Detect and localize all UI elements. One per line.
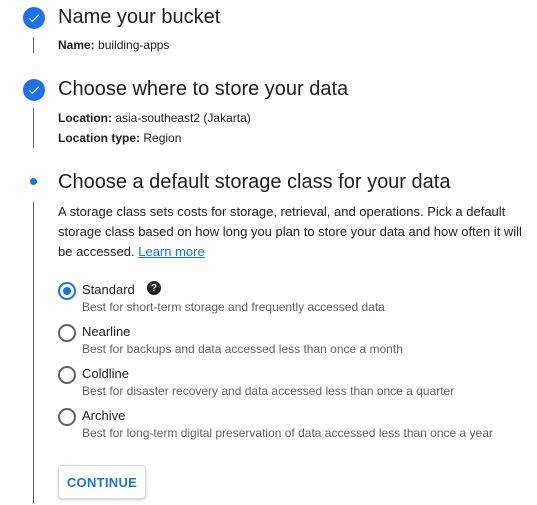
step2-title: Choose where to store your data bbox=[58, 78, 349, 100]
step2-connector bbox=[33, 108, 34, 148]
option-coldline-label[interactable]: Coldline bbox=[82, 366, 129, 381]
step3-connector bbox=[33, 202, 34, 503]
step1-check-icon bbox=[23, 7, 45, 29]
help-icon[interactable]: ? bbox=[147, 281, 161, 295]
location-type-value: Region bbox=[143, 131, 182, 145]
step2-check-icon bbox=[23, 79, 45, 101]
continue-button[interactable]: CONTINUE bbox=[58, 465, 146, 499]
option-nearline-description: Best for backups and data accessed less … bbox=[82, 342, 403, 356]
radio-nearline[interactable] bbox=[58, 324, 76, 342]
option-nearline-label[interactable]: Nearline bbox=[82, 324, 130, 339]
option-standard-label[interactable]: Standard bbox=[82, 282, 135, 297]
step1-connector bbox=[33, 37, 34, 53]
step1-name-summary: Name: building-apps bbox=[58, 38, 169, 52]
option-standard-description: Best for short-term storage and frequent… bbox=[82, 300, 385, 314]
step3-title: Choose a default storage class for your … bbox=[58, 171, 451, 193]
step3-current-dot-icon bbox=[30, 178, 37, 185]
step1-title: Name your bucket bbox=[58, 6, 221, 28]
location-value: asia-southeast2 (Jakarta) bbox=[115, 111, 251, 125]
radio-coldline[interactable] bbox=[58, 366, 76, 384]
step2-location-summary: Location: asia-southeast2 (Jakarta) bbox=[58, 111, 251, 125]
name-label: Name: bbox=[58, 38, 95, 52]
radio-archive[interactable] bbox=[58, 408, 76, 426]
location-label: Location: bbox=[58, 111, 112, 125]
radio-standard-dot bbox=[63, 287, 71, 295]
learn-more-link[interactable]: Learn more bbox=[138, 244, 204, 259]
option-archive-label[interactable]: Archive bbox=[82, 408, 125, 423]
option-archive-description: Best for long-term digital preservation … bbox=[82, 426, 493, 440]
option-coldline-description: Best for disaster recovery and data acce… bbox=[82, 384, 455, 398]
description-text: A storage class sets costs for storage, … bbox=[58, 204, 522, 259]
radio-standard[interactable] bbox=[58, 282, 76, 300]
storage-class-description: A storage class sets costs for storage, … bbox=[58, 202, 528, 262]
step2-location-type-summary: Location type: Region bbox=[58, 131, 181, 145]
location-type-label: Location type: bbox=[58, 131, 141, 145]
name-value: building-apps bbox=[98, 38, 170, 52]
